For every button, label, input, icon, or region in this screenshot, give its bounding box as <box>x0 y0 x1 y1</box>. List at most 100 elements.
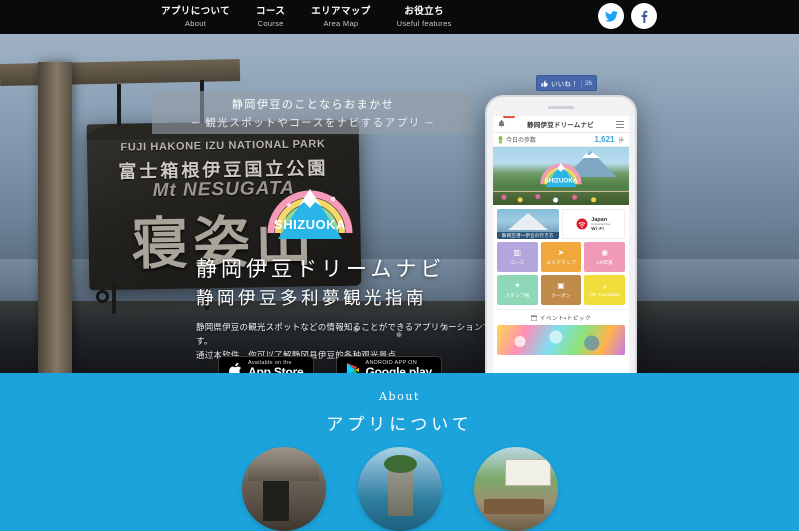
twitter-link[interactable] <box>598 3 624 29</box>
hero-tagline-box: 静岡伊豆のことならおまかせ ─ 観光スポットやコースをナビするアプリ ─ <box>152 91 474 134</box>
store-badges: Available on the App Store ANDROID APP O… <box>218 356 443 373</box>
notification-badge: 新着 <box>503 116 515 118</box>
coupon-icon: ▣ <box>557 280 565 290</box>
chain-link <box>117 84 121 126</box>
hero-copy: 静岡伊豆ドリームナビ 静岡伊豆多利夢観光指南 静岡県伊豆の観光スポットなどの情報… <box>196 256 496 362</box>
nav-item-about[interactable]: アプリについて About <box>148 7 243 27</box>
steps-unit: 歩 <box>618 137 624 144</box>
mount-fuji-rainbow-icon: SHIZUOKA <box>267 189 353 239</box>
app-tile-grid: 静岡空港〜伊豆の行き方 Japan Connected free Wi-Fi ▥… <box>493 205 629 309</box>
phone-speaker <box>548 106 574 109</box>
wifi-icon <box>576 218 588 230</box>
japan-wifi-line3: Wi-Fi <box>591 226 605 232</box>
svg-text:SHIZUOKA: SHIZUOKA <box>274 217 346 232</box>
qr-icon: ⌕ <box>602 281 607 291</box>
thumbs-up-icon <box>541 79 548 87</box>
svg-text:SHIZUOKA: SHIZUOKA <box>545 177 578 184</box>
bell-icon <box>498 120 505 128</box>
hero-section: FUJI HAKONE IZU NATIONAL PARK 富士箱根伊豆国立公園… <box>0 34 799 373</box>
social-links <box>598 3 657 29</box>
app-store-badge[interactable]: Available on the App Store <box>218 356 314 373</box>
hero-tagline-secondary: ─ 観光スポットやコースをナビするアプリ ─ <box>191 116 435 129</box>
phone-mockup: 新着 静岡伊豆ドリームナビ 今日の歩数 1,621 <box>485 95 637 385</box>
app-hero-image: SHIZUOKA <box>493 147 629 205</box>
about-photo-rock[interactable] <box>357 447 442 531</box>
tile-stamp-book-label: スタンプ帳 <box>505 293 530 299</box>
page-title: 静岡伊豆ドリームナビ <box>196 258 446 281</box>
nav-item-label-jp: アプリについて <box>161 6 231 17</box>
nav-item-label-en: About <box>184 18 207 28</box>
app-title: 静岡伊豆ドリームナビ <box>527 122 594 129</box>
phone-screen: 新着 静岡伊豆ドリームナビ 今日の歩数 1,621 <box>493 116 629 383</box>
facebook-like-count: 26 <box>580 79 592 87</box>
nav-item-label-en: Course <box>257 18 284 28</box>
google-play-badge[interactable]: ANDROID APP ON Google play <box>335 356 443 373</box>
app-header: 新着 静岡伊豆ドリームナビ <box>493 116 629 133</box>
tile-qr-translator-label: QR Translator <box>589 292 621 298</box>
hero-tagline-primary: 静岡伊豆のことならおまかせ <box>231 98 395 111</box>
tile-airport-access-caption: 静岡空港〜伊豆の行き方 <box>497 232 559 239</box>
about-photo-bench[interactable] <box>473 447 558 531</box>
twitter-icon <box>604 10 618 22</box>
wooden-post <box>38 62 72 373</box>
steps-value: 1,621 <box>594 135 615 144</box>
nav-item-useful[interactable]: お役立ち Useful features <box>384 7 465 27</box>
app-tile-row-2: ✦ スタンプ帳 ▣ クーポン ⌕ QR Translator <box>497 275 626 305</box>
app-hero-flowers <box>493 192 629 205</box>
tile-course-label: コース <box>510 260 525 266</box>
nav-item-course[interactable]: コース Course <box>243 7 298 27</box>
signboard-line-en: FUJI HAKONE IZU NATIONAL PARK <box>120 138 326 154</box>
navigation-icon: ➤ <box>557 247 565 257</box>
tile-area-map-label: エリアマップ <box>546 260 576 266</box>
about-photo-row <box>0 447 799 531</box>
page-root: アプリについて About コース Course エリアマップ Area Map… <box>0 0 799 531</box>
tile-airport-access[interactable]: 静岡空港〜伊豆の行き方 <box>497 209 559 239</box>
nav-item-areamap[interactable]: エリアマップ Area Map <box>298 7 383 27</box>
app-tile-row-1: ▥ コース ➤ エリアマップ ◉ AR写真 <box>497 242 626 272</box>
nav-item-label-en: Useful features <box>396 18 452 28</box>
page-subtitle: 静岡伊豆多利夢観光指南 <box>196 288 427 309</box>
book-icon: ▥ <box>513 247 522 257</box>
tile-area-map[interactable]: ➤ エリアマップ <box>540 242 582 272</box>
app-hero-shizuoka-logo-icon: SHIZUOKA <box>540 162 582 188</box>
steps-label: 今日の歩数 <box>506 138 537 144</box>
calendar-icon <box>530 315 537 321</box>
facebook-like-button[interactable]: いいね！ 26 <box>536 75 598 91</box>
nav-items: アプリについて About コース Course エリアマップ Area Map… <box>148 7 465 27</box>
about-section: About アプリについて <box>0 373 799 531</box>
tile-qr-translator[interactable]: ⌕ QR Translator <box>584 275 626 305</box>
event-topic-header: イベント・トピック <box>493 309 629 325</box>
event-topic-label: イベント・トピック <box>539 316 592 322</box>
tile-ar-photo[interactable]: ◉ AR写真 <box>584 242 626 272</box>
nav-item-label-jp: お役立ち <box>404 6 444 17</box>
top-navigation-bar: アプリについて About コース Course エリアマップ Area Map… <box>0 0 799 34</box>
about-heading-en: About <box>378 390 421 403</box>
footprint-icon <box>498 135 503 143</box>
shizuoka-logo: SHIZUOKA <box>263 177 357 247</box>
nav-item-label-jp: エリアマップ <box>311 6 371 17</box>
facebook-icon <box>641 10 647 23</box>
tile-japan-wifi[interactable]: Japan Connected free Wi-Fi <box>561 209 625 239</box>
about-heading-jp: アプリについて <box>326 415 473 434</box>
facebook-like-label: いいね！ <box>551 81 578 88</box>
app-store-badge-bottom: App Store <box>248 365 304 373</box>
event-topic-banner[interactable] <box>497 325 625 355</box>
tile-coupon[interactable]: ▣ クーポン <box>540 275 582 305</box>
notification-bell[interactable]: 新着 <box>498 116 515 133</box>
apple-icon <box>229 362 242 373</box>
tile-course[interactable]: ▥ コース <box>497 242 538 272</box>
facebook-link[interactable] <box>631 3 657 29</box>
tile-stamp-book[interactable]: ✦ スタンプ帳 <box>497 275 538 305</box>
tile-ar-photo-label: AR写真 <box>596 260 614 266</box>
camera-icon: ◉ <box>601 247 609 257</box>
hero-description-ja: 静岡県伊豆の観光スポットなどの情報知ることができるアプリケーションです。 <box>196 321 492 346</box>
chain-ring <box>96 290 109 303</box>
hamburger-menu-icon[interactable] <box>616 120 624 128</box>
phone-body: 新着 静岡伊豆ドリームナビ 今日の歩数 1,621 <box>485 95 637 385</box>
about-photo-shop[interactable] <box>241 447 326 531</box>
tile-coupon-label: クーポン <box>551 293 571 299</box>
stamp-icon: ✦ <box>513 280 521 290</box>
app-tile-row-wide: 静岡空港〜伊豆の行き方 Japan Connected free Wi-Fi <box>497 209 625 239</box>
japan-wifi-text: Japan Connected free Wi-Fi <box>591 217 610 232</box>
nav-item-label-jp: コース <box>256 6 286 17</box>
